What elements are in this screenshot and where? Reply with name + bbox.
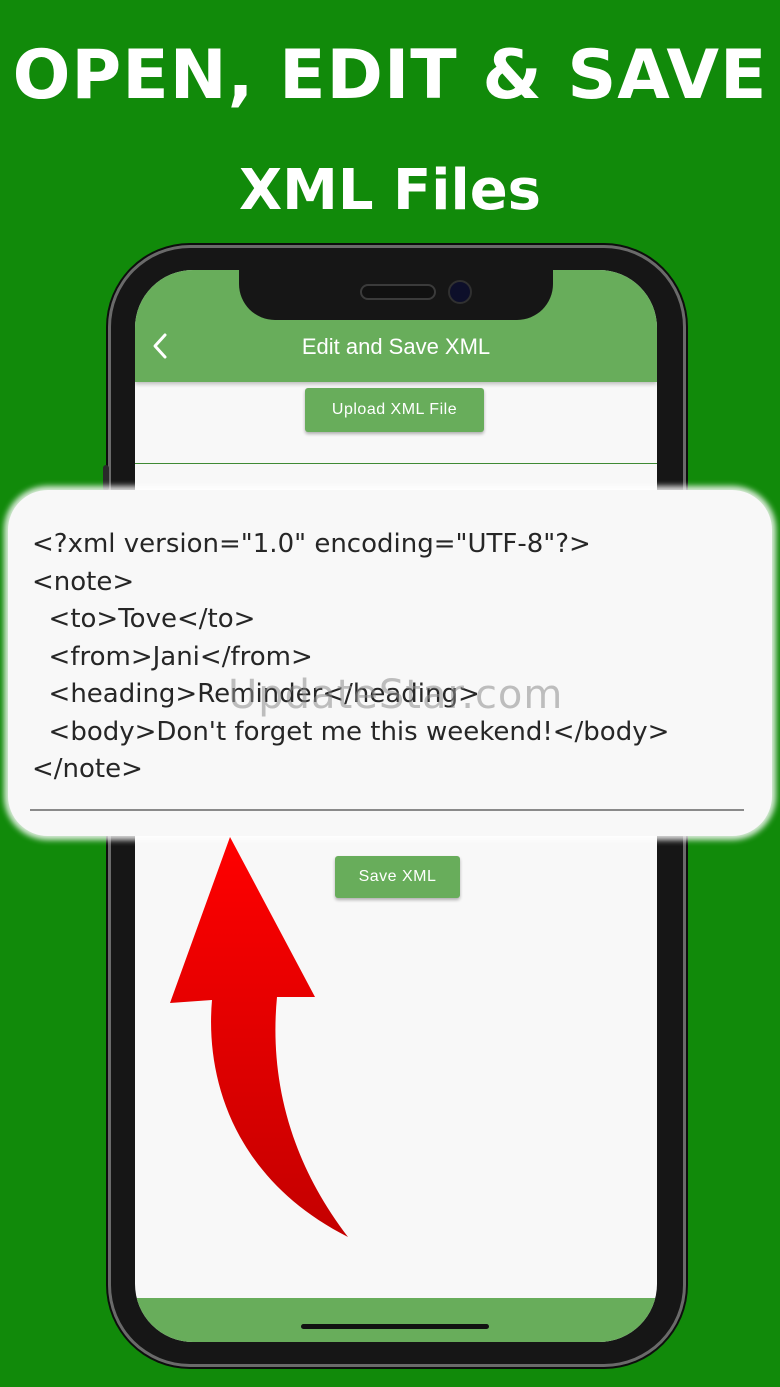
red-arrow-icon — [170, 837, 348, 1237]
watermark-text: UpdateStar.com — [228, 672, 564, 718]
xml-editor-text[interactable]: <?xml version="1.0" encoding="UTF-8"?> <… — [32, 526, 669, 789]
editor-top-border — [135, 463, 657, 464]
headline-title: OPEN, EDIT & SAVE — [12, 36, 768, 115]
bottom-bar — [135, 1298, 657, 1342]
phone-side-button — [103, 465, 109, 491]
upload-xml-button[interactable]: Upload XML File — [305, 388, 484, 432]
phone-notch — [239, 270, 553, 320]
xml-editor-zoom: <?xml version="1.0" encoding="UTF-8"?> <… — [8, 490, 772, 836]
app-title: Edit and Save XML — [301, 334, 491, 359]
home-indicator[interactable] — [301, 1324, 489, 1329]
front-camera-icon — [448, 280, 472, 304]
speaker-grille — [360, 284, 436, 300]
editor-underline — [30, 809, 744, 811]
headline-subtitle: XML Files — [238, 158, 542, 223]
